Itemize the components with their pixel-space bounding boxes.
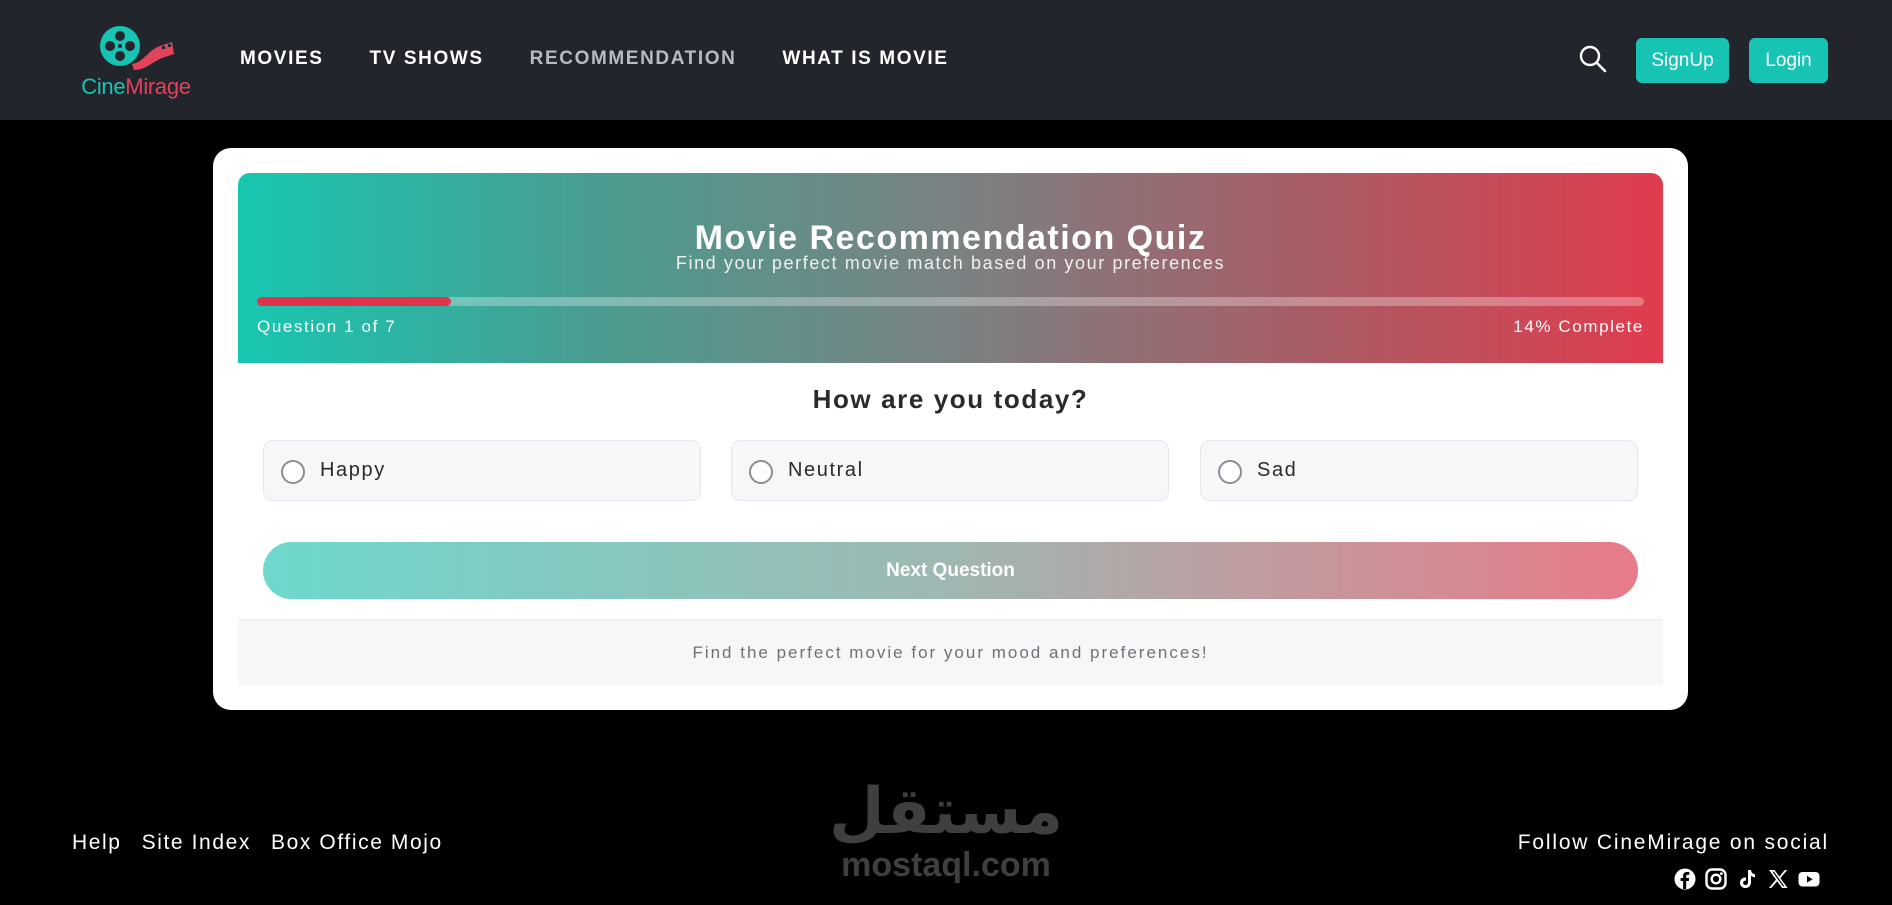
watermark-arabic: مستقل bbox=[828, 775, 1064, 849]
nav-what-is-movie[interactable]: WHAT IS MOVIE bbox=[782, 48, 948, 70]
next-question-button[interactable]: Next Question bbox=[263, 542, 1638, 599]
search-icon[interactable] bbox=[1578, 44, 1608, 74]
option-label: Happy bbox=[320, 459, 386, 481]
option-sad[interactable]: Sad bbox=[1200, 440, 1638, 501]
tiktok-icon[interactable] bbox=[1736, 868, 1758, 890]
quiz-header: Movie Recommendation Quiz Find your perf… bbox=[238, 173, 1663, 363]
mostaql-watermark: مستقل mostaql.com bbox=[828, 772, 1064, 892]
progress-percent-text: 14% Complete bbox=[1513, 317, 1644, 336]
follow-social-text: Follow CineMirage on social bbox=[1517, 831, 1829, 854]
question-counter: Question 1 of 7 bbox=[257, 317, 397, 336]
radio-button[interactable] bbox=[749, 460, 773, 484]
nav-tv-shows[interactable]: TV SHOWS bbox=[370, 48, 484, 70]
signup-button[interactable]: SignUp bbox=[1636, 38, 1729, 83]
watermark-latin: mostaql.com bbox=[841, 846, 1051, 884]
login-button[interactable]: Login bbox=[1749, 38, 1828, 83]
radio-button[interactable] bbox=[281, 460, 305, 484]
top-header: CineMirage MOVIES TV SHOWS RECOMMENDATIO… bbox=[0, 0, 1892, 120]
quiz-footer-text: Find the perfect movie for your mood and… bbox=[692, 643, 1209, 662]
progress-bar bbox=[257, 297, 1644, 306]
question-text: How are you today? bbox=[812, 384, 1089, 414]
option-happy[interactable]: Happy bbox=[263, 440, 701, 501]
radio-button[interactable] bbox=[1218, 460, 1242, 484]
logo-word-mirage: Mirage bbox=[125, 74, 191, 99]
footer-link-box-office-mojo[interactable]: Box Office Mojo bbox=[271, 831, 443, 855]
option-label: Neutral bbox=[788, 459, 864, 481]
main-nav: MOVIES TV SHOWS RECOMMENDATION WHAT IS M… bbox=[240, 48, 949, 70]
quiz-subtitle: Find your perfect movie match based on y… bbox=[675, 253, 1226, 273]
footer-link-help[interactable]: Help bbox=[72, 831, 122, 855]
footer-link-site-index[interactable]: Site Index bbox=[142, 831, 251, 855]
quiz-card: Movie Recommendation Quiz Find your perf… bbox=[213, 148, 1688, 710]
facebook-icon[interactable] bbox=[1674, 868, 1696, 890]
film-reel-logo-icon bbox=[100, 26, 174, 70]
option-neutral[interactable]: Neutral bbox=[731, 440, 1169, 501]
logo-wordmark: CineMirage bbox=[76, 74, 196, 100]
nav-movies[interactable]: MOVIES bbox=[240, 48, 324, 70]
option-label: Sad bbox=[1257, 459, 1298, 481]
logo-word-cine: Cine bbox=[81, 74, 126, 99]
quiz-footer: Find the perfect movie for your mood and… bbox=[238, 619, 1663, 685]
instagram-icon[interactable] bbox=[1705, 868, 1727, 890]
social-icons bbox=[1674, 868, 1820, 890]
nav-recommendation[interactable]: RECOMMENDATION bbox=[530, 48, 737, 70]
cinemirage-logo[interactable]: CineMirage bbox=[76, 24, 196, 100]
footer-links: Help Site Index Box Office Mojo bbox=[72, 831, 443, 855]
x-icon[interactable] bbox=[1767, 868, 1789, 890]
youtube-icon[interactable] bbox=[1798, 868, 1820, 890]
progress-bar-fill bbox=[257, 297, 452, 306]
answer-options: Happy Neutral Sad bbox=[263, 440, 1638, 501]
